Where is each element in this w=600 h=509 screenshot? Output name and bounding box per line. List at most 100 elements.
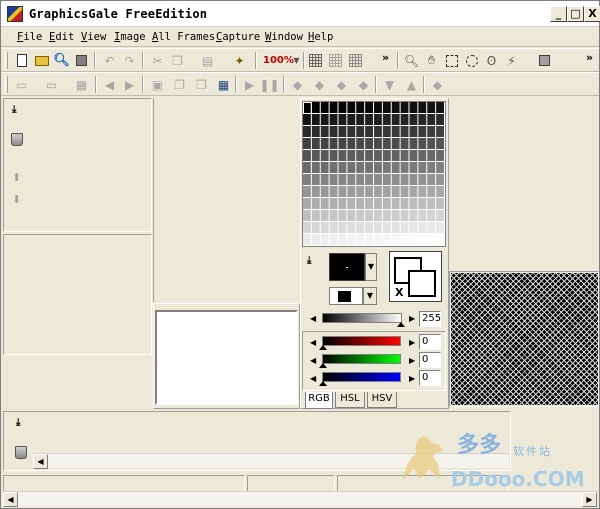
palette-swatch[interactable] bbox=[365, 210, 373, 221]
palette-swatch[interactable] bbox=[338, 186, 347, 197]
palette-swatch[interactable] bbox=[356, 210, 365, 221]
palette-swatch[interactable] bbox=[382, 150, 391, 161]
palette-swatch[interactable] bbox=[347, 198, 356, 209]
palette-swatch[interactable] bbox=[347, 126, 356, 137]
palette-swatch[interactable] bbox=[374, 198, 382, 209]
palette-swatch[interactable] bbox=[303, 186, 311, 197]
palette-swatch[interactable] bbox=[409, 114, 418, 125]
hand-tool-icon[interactable]: ✋︎ bbox=[423, 52, 440, 69]
palette-swatch[interactable] bbox=[329, 102, 338, 113]
palette-swatch[interactable] bbox=[356, 102, 365, 113]
palette-swatch[interactable] bbox=[320, 114, 329, 125]
layer-up-icon[interactable]: ▲ bbox=[403, 76, 420, 93]
palette-swatch[interactable] bbox=[338, 150, 347, 161]
palette-swatch[interactable] bbox=[311, 138, 320, 149]
palette-swatch[interactable] bbox=[391, 198, 400, 209]
palette-swatch[interactable] bbox=[365, 114, 373, 125]
green-value[interactable]: 0 bbox=[419, 352, 441, 368]
palette-swatch[interactable] bbox=[356, 162, 365, 173]
palette-swatch[interactable] bbox=[382, 234, 391, 245]
palette-swatch[interactable] bbox=[356, 222, 365, 233]
palette-swatch[interactable] bbox=[418, 210, 427, 221]
pattern-select-icon[interactable] bbox=[536, 52, 553, 69]
palette-swatch[interactable] bbox=[356, 174, 365, 185]
gray-slider[interactable] bbox=[322, 313, 402, 323]
ellipse-select-icon[interactable] bbox=[463, 52, 480, 69]
main-horizontal-scrollbar[interactable]: ◀ ▶ bbox=[3, 491, 597, 507]
palette-swatch[interactable] bbox=[400, 186, 409, 197]
palette-swatch[interactable] bbox=[303, 222, 311, 233]
tile-grid-icon[interactable] bbox=[347, 52, 364, 69]
palette-swatch[interactable] bbox=[427, 162, 436, 173]
palette-swatch[interactable] bbox=[365, 138, 373, 149]
tab-hsv[interactable]: HSV bbox=[367, 392, 397, 408]
palette-swatch[interactable] bbox=[400, 210, 409, 221]
maximize-button[interactable]: □ bbox=[567, 6, 584, 22]
palette-swatch[interactable] bbox=[320, 174, 329, 185]
foreground-color[interactable] bbox=[329, 253, 365, 281]
palette-swatch[interactable] bbox=[382, 102, 391, 113]
layer-down-icon[interactable]: ▼ bbox=[381, 76, 398, 93]
palette-swatch[interactable] bbox=[400, 222, 409, 233]
palette-swatch[interactable] bbox=[400, 150, 409, 161]
palette-swatch[interactable] bbox=[391, 234, 400, 245]
trash-icon[interactable] bbox=[11, 133, 23, 146]
palette-swatch[interactable] bbox=[436, 174, 444, 185]
background-color[interactable] bbox=[329, 287, 363, 305]
frame-paste-icon[interactable]: ❐ bbox=[193, 76, 210, 93]
palette-swatch[interactable] bbox=[303, 174, 311, 185]
palette-swatch[interactable] bbox=[311, 162, 320, 173]
palette-swatch[interactable] bbox=[382, 210, 391, 221]
palette-swatch[interactable] bbox=[382, 174, 391, 185]
blue-slider[interactable] bbox=[322, 372, 401, 382]
toolbar-overflow-right[interactable]: » bbox=[586, 51, 593, 64]
palette-swatch[interactable] bbox=[382, 162, 391, 173]
gray-right-arrow[interactable]: ▶ bbox=[409, 314, 415, 323]
palette-swatch[interactable] bbox=[320, 126, 329, 137]
palette-swatch[interactable] bbox=[418, 102, 427, 113]
palette-swatch[interactable] bbox=[436, 138, 444, 149]
palette-swatch[interactable] bbox=[409, 126, 418, 137]
palette-swatch[interactable] bbox=[400, 174, 409, 185]
palette-swatch[interactable] bbox=[436, 222, 444, 233]
red-value[interactable]: 0 bbox=[419, 334, 441, 350]
palette-swatch[interactable] bbox=[391, 174, 400, 185]
palette-swatch[interactable] bbox=[347, 210, 356, 221]
palette-swatch[interactable] bbox=[418, 150, 427, 161]
menu-view[interactable]: View bbox=[81, 31, 106, 43]
palette-swatch[interactable] bbox=[382, 114, 391, 125]
palette-swatch[interactable] bbox=[347, 186, 356, 197]
palette-grid[interactable] bbox=[302, 101, 446, 247]
palette-swatch[interactable] bbox=[409, 198, 418, 209]
palette-swatch[interactable] bbox=[409, 234, 418, 245]
palette-swatch[interactable] bbox=[320, 222, 329, 233]
palette-swatch[interactable] bbox=[320, 234, 329, 245]
palette-swatch[interactable] bbox=[356, 114, 365, 125]
palette-swatch[interactable] bbox=[329, 126, 338, 137]
palette-swatch[interactable] bbox=[303, 234, 311, 245]
palette-swatch[interactable] bbox=[374, 102, 382, 113]
palette-swatch[interactable] bbox=[311, 210, 320, 221]
palette-swatch[interactable] bbox=[427, 234, 436, 245]
layer-copy-icon[interactable]: ◆ bbox=[311, 76, 328, 93]
transparency-preview[interactable] bbox=[451, 273, 598, 405]
arrow-down-icon[interactable]: ⬇︎ bbox=[12, 193, 21, 206]
palette-swatch[interactable] bbox=[320, 138, 329, 149]
palette-swatch[interactable] bbox=[347, 162, 356, 173]
next-frame-icon[interactable]: ▶ bbox=[121, 76, 138, 93]
palette-swatch[interactable] bbox=[418, 114, 427, 125]
palette-swatch[interactable] bbox=[329, 198, 338, 209]
palette-swatch[interactable] bbox=[436, 198, 444, 209]
layer-add-icon[interactable]: ◆ bbox=[289, 76, 306, 93]
arrow-up-icon[interactable]: ⬆︎ bbox=[12, 171, 21, 184]
palette-swatch[interactable] bbox=[418, 174, 427, 185]
palette-swatch[interactable] bbox=[427, 222, 436, 233]
palette-swatch[interactable] bbox=[320, 186, 329, 197]
palette-swatch[interactable] bbox=[400, 198, 409, 209]
palette-swatch[interactable] bbox=[303, 162, 311, 173]
new-file-icon[interactable] bbox=[13, 52, 30, 69]
palette-swatch[interactable] bbox=[427, 210, 436, 221]
gray-left-arrow[interactable]: ◀ bbox=[310, 314, 316, 323]
palette-swatch[interactable] bbox=[382, 198, 391, 209]
palette-swatch[interactable] bbox=[427, 126, 436, 137]
